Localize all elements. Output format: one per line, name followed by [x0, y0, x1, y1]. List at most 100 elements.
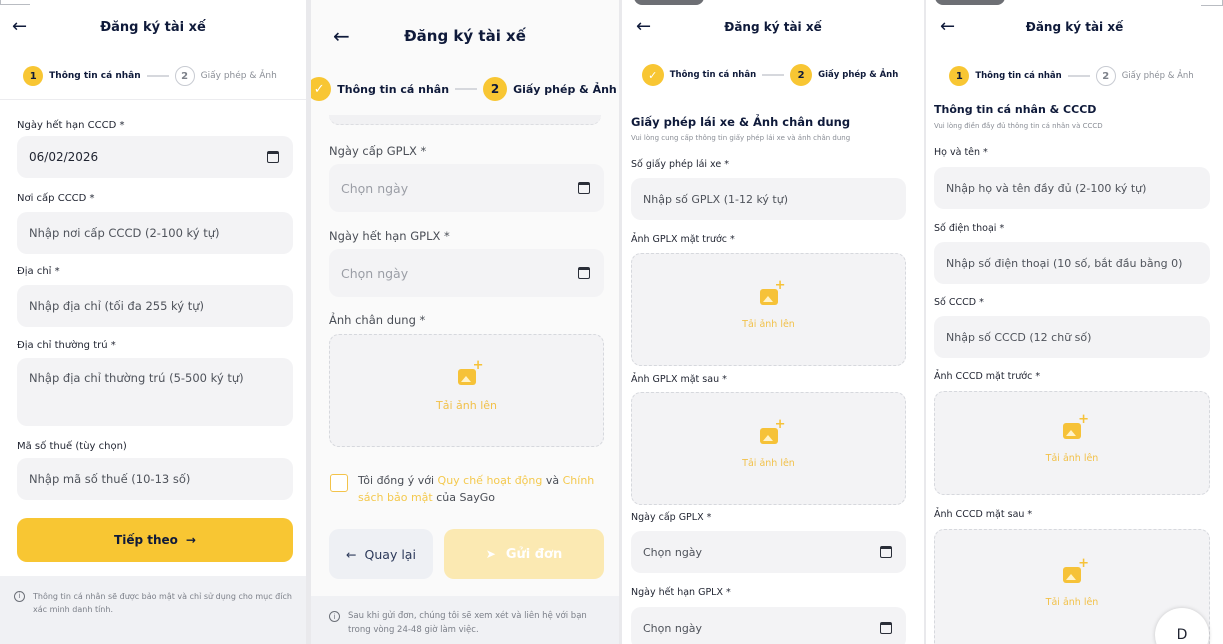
step-1-check-icon: ✓ [311, 77, 332, 101]
step-2-label: Giấy phép & Ảnh [513, 82, 617, 96]
calendar-icon[interactable] [880, 546, 892, 558]
permanent-address-label: Địa chỉ thường trú * [17, 340, 116, 351]
license-expiry-placeholder: Chọn ngày [341, 265, 409, 281]
calendar-icon[interactable] [578, 267, 590, 279]
submit-button[interactable]: ➤ Gửi đơn [444, 529, 604, 579]
step-1-dot: 1 [949, 66, 970, 86]
step-1-label: Thông tin cá nhân [49, 71, 141, 81]
back-button-label: Quay lại [364, 546, 416, 562]
screen-personal-info-step1: ← Đăng ký tài xế 1 Thông tin cá nhân 2 G… [0, 0, 306, 644]
step-2-label: Giấy phép & Ảnh [200, 71, 277, 81]
agree-text: Tôi đồng ý với Quy chế hoạt động và Chín… [358, 472, 606, 506]
app-header: ← Đăng ký tài xế [0, 14, 306, 40]
info-icon: i [14, 591, 25, 602]
license-expiry-placeholder: Chọn ngày [643, 621, 703, 635]
cccd-place-label: Nơi cấp CCCD * [17, 193, 95, 204]
cccd-front-upload-box[interactable]: Tải ảnh lên [934, 391, 1210, 495]
section-subtitle: Vui lòng cung cấp thông tin giấy phép lá… [631, 134, 851, 142]
agree-checkbox[interactable] [330, 474, 348, 492]
image-add-icon [1063, 556, 1089, 583]
full-name-label: Họ và tên * [934, 147, 988, 158]
terms-link[interactable]: Quy chế hoạt động [438, 474, 543, 487]
step-2-dot: 2 [1095, 66, 1116, 86]
image-add-icon [1063, 412, 1089, 439]
upload-text: Tải ảnh lên [1045, 452, 1099, 464]
page-title: Đăng ký tài xế [724, 20, 822, 34]
cccd-front-label: Ảnh CCCD mặt trước * [934, 371, 1041, 382]
license-front-label: Ảnh GPLX mặt trước * [631, 234, 735, 245]
license-number-input[interactable]: Nhập số GPLX (1-12 ký tự) [631, 178, 906, 220]
address-label: Địa chỉ * [17, 266, 60, 277]
license-expiry-label: Ngày hết hạn GPLX * [631, 587, 731, 598]
privacy-note: i Thông tin cá nhân sẽ được bảo mật và c… [0, 576, 306, 644]
arrow-left-icon: ← [346, 546, 357, 562]
license-expiry-date-field[interactable]: Chọn ngày [631, 607, 906, 644]
arrow-right-icon: → [185, 533, 196, 547]
screen-license-step2-top: ← Đăng ký tài xế ✓ Thông tin cá nhân 2 G… [622, 0, 924, 644]
section-title: Giấy phép lái xe & Ảnh chân dung [631, 115, 851, 129]
cccd-number-input[interactable]: Nhập số CCCD (12 chữ số) [934, 316, 1210, 358]
license-number-label: Số giấy phép lái xe * [631, 159, 730, 170]
image-add-icon [759, 417, 786, 444]
full-name-input[interactable]: Nhập họ và tên đầy đủ (2-100 ký tự) [934, 167, 1210, 209]
license-issue-date-field[interactable]: Chọn ngày [631, 531, 906, 573]
calendar-icon[interactable] [880, 622, 892, 634]
step-indicator: ✓ Thông tin cá nhân 2 Giấy phép & Ảnh [622, 64, 924, 86]
portrait-label: Ảnh chân dung * [329, 313, 426, 327]
step-2-label: Giấy phép & Ảnh [818, 70, 899, 80]
step-connector [1067, 75, 1090, 77]
phone-input[interactable]: Nhập số điện thoại (10 số, bắt đầu bằng … [934, 242, 1210, 284]
step-1-label: Thông tin cá nhân [669, 70, 757, 80]
step-2-dot: 2 [790, 64, 813, 86]
info-icon: i [329, 611, 340, 622]
page-title: Đăng ký tài xế [404, 27, 526, 45]
step-indicator: ✓ Thông tin cá nhân 2 Giấy phép & Ảnh [311, 77, 619, 101]
scrolled-upload-edge [329, 115, 601, 125]
permanent-address-textarea[interactable]: Nhập địa chỉ thường trú (5-500 ký tự) [17, 358, 293, 426]
license-front-upload-box[interactable]: Tải ảnh lên [631, 253, 906, 366]
frame-corner [1201, 0, 1223, 6]
phone-label: Số điện thoại * [934, 223, 1005, 234]
portrait-upload-box[interactable]: Tải ảnh lên [329, 334, 604, 447]
license-expiry-date-field[interactable]: Chọn ngày [329, 249, 604, 297]
upload-text: Tải ảnh lên [436, 399, 497, 412]
agree-prefix: Tôi đồng ý với [358, 474, 438, 487]
next-button[interactable]: Tiếp theo → [17, 518, 293, 562]
license-issue-date-field[interactable]: Chọn ngày [329, 164, 604, 212]
agree-and: và [542, 474, 563, 487]
cccd-place-input[interactable]: Nhập nơi cấp CCCD (2-100 ký tự) [17, 212, 293, 254]
app-header: ← Đăng ký tài xế [311, 20, 619, 50]
cccd-expiry-field[interactable]: 06/02/2026 [17, 136, 293, 178]
step-1-label: Thông tin cá nhân [337, 82, 450, 96]
agree-suffix: của SayGo [432, 491, 495, 504]
step-2-dot: 2 [174, 66, 195, 86]
step-1-label: Thông tin cá nhân [975, 71, 1062, 81]
calendar-icon[interactable] [267, 151, 279, 163]
back-button[interactable]: ← Quay lại [329, 529, 433, 579]
step-connector [455, 88, 478, 90]
step-connector [146, 75, 169, 77]
cccd-expiry-value: 06/02/2026 [29, 150, 99, 164]
cccd-back-label: Ảnh CCCD mặt sau * [934, 509, 1033, 520]
cccd-number-label: Số CCCD * [934, 297, 984, 308]
app-header: ← Đăng ký tài xế [926, 14, 1223, 40]
tax-code-input[interactable]: Nhập mã số thuế (10-13 số) [17, 458, 293, 500]
review-note: i Sau khi gửi đơn, chúng tôi sẽ xem xét … [311, 596, 619, 644]
app-header: ← Đăng ký tài xế [622, 14, 924, 40]
step-2-dot: 2 [483, 77, 508, 101]
license-back-upload-box[interactable]: Tải ảnh lên [631, 392, 906, 505]
step-indicator: 1 Thông tin cá nhân 2 Giấy phép & Ảnh [0, 65, 306, 87]
send-icon: ➤ [485, 547, 496, 561]
address-input[interactable]: Nhập địa chỉ (tối đa 255 ký tự) [17, 285, 293, 327]
review-note-text: Sau khi gửi đơn, chúng tôi sẽ xem xét và… [348, 611, 587, 635]
license-issue-label: Ngày cấp GPLX * [329, 144, 427, 158]
privacy-note-text: Thông tin cá nhân sẽ được bảo mật và chỉ… [33, 592, 292, 614]
cccd-expiry-label: Ngày hết hạn CCCD * [17, 120, 125, 131]
screen-personal-info-step1-top: ← Đăng ký tài xế 1 Thông tin cá nhân 2 G… [926, 0, 1223, 644]
calendar-icon[interactable] [578, 182, 590, 194]
submit-button-label: Gửi đơn [505, 546, 563, 562]
license-issue-placeholder: Chọn ngày [643, 545, 703, 559]
page-title: Đăng ký tài xế [1025, 20, 1124, 34]
page-title: Đăng ký tài xế [100, 20, 206, 35]
device-notch [634, 0, 704, 5]
